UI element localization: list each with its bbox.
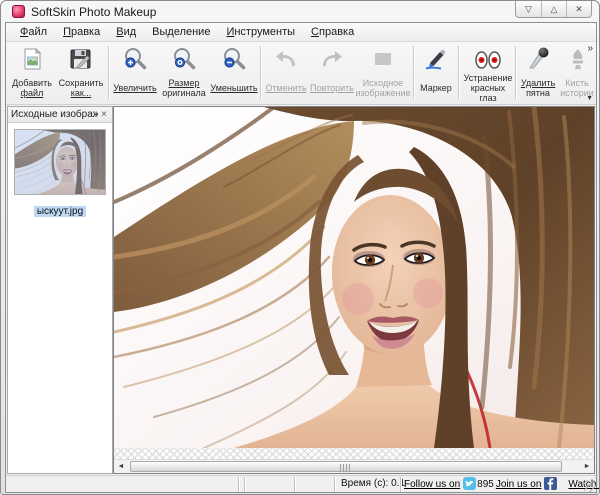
thumbnail-selection-tint (15, 130, 105, 194)
minimize-button[interactable]: ▽ (516, 1, 541, 17)
horizontal-scrollbar[interactable]: ◄ ► (114, 459, 594, 473)
app-icon (12, 5, 25, 18)
zoom-in-button[interactable]: Увеличить (112, 43, 158, 103)
file-name-row: ыскуут.jpg (8, 201, 112, 219)
menu-tools[interactable]: Инструменты (218, 24, 303, 40)
maximize-button[interactable]: △ (541, 1, 566, 17)
client-area: Файл Правка Вид Выделение Инструменты Сп… (5, 22, 597, 493)
source-images-panel: Исходные изображен... × ыскуут.jpg (7, 106, 113, 474)
toolbar-overflow-chevron-icon[interactable]: » (587, 43, 593, 54)
toolbar-separator (515, 46, 517, 99)
window-title: SoftSkin Photo Makeup (31, 5, 156, 19)
toolbar-separator (458, 46, 460, 99)
remove-spots-button[interactable]: Удалитьпятна (518, 43, 558, 103)
red-eye-removal-button[interactable]: Устранениекрасныхглаз (461, 43, 515, 103)
resize-grip[interactable] (584, 480, 596, 492)
title-bar: SoftSkin Photo Makeup ▽ △ ✕ (3, 1, 597, 22)
add-file-button[interactable]: Добавитьфайл (9, 43, 55, 103)
toolbar-expand-arrow-icon[interactable]: ▼ (586, 95, 593, 102)
facebook-icon[interactable] (544, 477, 557, 493)
file-name[interactable]: ыскуут.jpg (34, 206, 86, 217)
toolbar-separator (260, 46, 262, 99)
panel-header: Исходные изображен... × (8, 107, 112, 123)
zoom-out-icon (221, 43, 247, 72)
transparency-checker (114, 448, 594, 459)
follow-us-link[interactable]: Follow us on (404, 479, 460, 490)
original-image-icon (370, 43, 396, 72)
editing-canvas: ◄ ► (113, 106, 595, 474)
save-as-button[interactable]: Сохранитькак... (57, 43, 105, 103)
window-controls: ▽ △ ✕ (515, 1, 592, 18)
image-thumbnail[interactable] (14, 129, 106, 195)
original-size-icon (171, 43, 197, 72)
panel-title: Исходные изображен... (11, 109, 98, 120)
follower-count: 895 (477, 479, 494, 490)
zoom-in-icon (122, 43, 148, 72)
save-as-icon (68, 43, 94, 72)
close-button[interactable]: ✕ (566, 1, 591, 17)
menu-bar: Файл Правка Вид Выделение Инструменты Сп… (6, 23, 596, 42)
remove-spots-icon (525, 43, 551, 72)
redo-button[interactable]: Повторить (309, 43, 355, 103)
history-brush-icon (564, 43, 590, 72)
menu-view[interactable]: Вид (108, 24, 144, 40)
statusbar-separator (244, 477, 246, 492)
photo-image[interactable] (114, 107, 594, 448)
twitter-icon[interactable] (463, 477, 476, 493)
add-file-icon (19, 43, 45, 72)
statusbar-separator (238, 477, 240, 492)
processing-time: Время (с): 0.1 (336, 478, 398, 489)
redo-icon (319, 43, 345, 72)
toolbar-separator (108, 46, 110, 99)
zoom-out-button[interactable]: Уменьшить (211, 43, 257, 103)
red-eye-icon (473, 43, 503, 72)
scrollbar-grip (340, 464, 352, 471)
app-window: SoftSkin Photo Makeup ▽ △ ✕ Файл Правка … (0, 0, 600, 495)
original-image-button[interactable]: Исходноеизображение (356, 43, 410, 103)
scroll-left-arrow[interactable]: ◄ (114, 460, 128, 473)
marker-icon (423, 43, 449, 72)
join-us-link[interactable]: Join us on (496, 479, 542, 490)
menu-edit[interactable]: Правка (55, 24, 108, 40)
scroll-right-arrow[interactable]: ► (580, 460, 594, 473)
undo-button[interactable]: Отменить (264, 43, 308, 103)
toolbar-separator (413, 46, 415, 99)
toolbar: Добавитьфайл Сохранитькак... Увеличить (6, 42, 596, 105)
panel-close-icon[interactable]: × (98, 109, 110, 121)
scrollbar-thumb[interactable] (130, 461, 562, 472)
menu-selection[interactable]: Выделение (144, 24, 218, 40)
menu-file[interactable]: Файл (12, 24, 55, 40)
statusbar-separator (294, 477, 296, 492)
original-size-button[interactable]: Размероригинала (159, 43, 209, 103)
menu-help[interactable]: Справка (303, 24, 362, 40)
marker-button[interactable]: Маркер (416, 43, 456, 103)
undo-icon (273, 43, 299, 72)
social-links: Follow us on 895 Join us on Watch us on (402, 477, 596, 492)
status-bar: Время (с): 0.1 Follow us on 895 Join us … (6, 475, 596, 492)
